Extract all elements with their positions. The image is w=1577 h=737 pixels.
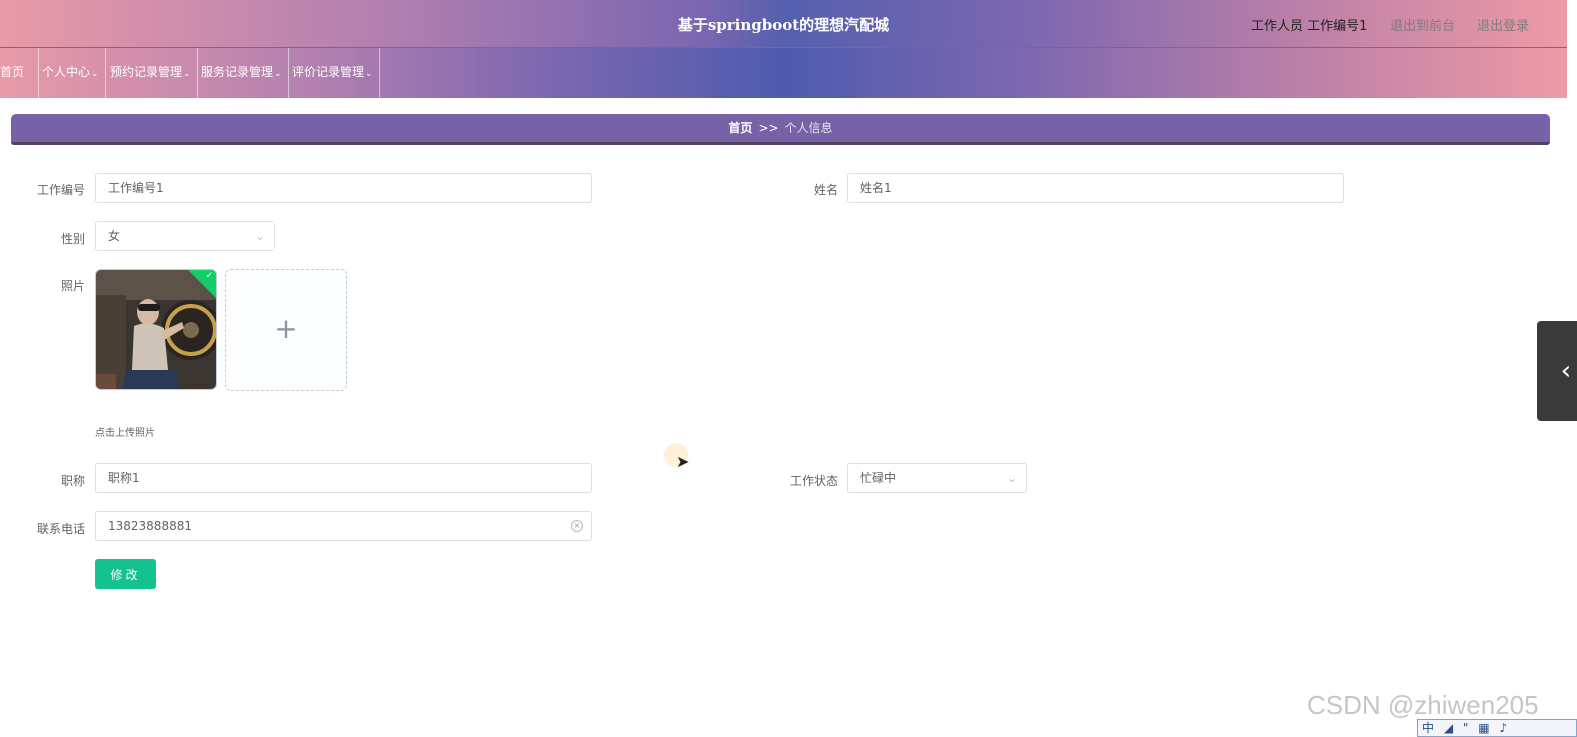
chevron-down-icon: ⌄	[91, 69, 99, 79]
name-label: 姓名	[813, 183, 838, 197]
photo-image	[96, 270, 216, 389]
ime-skin-icon[interactable]: ♪	[1499, 721, 1507, 735]
ime-lang[interactable]: 中	[1422, 721, 1434, 735]
phone-label: 联系电话	[36, 522, 85, 536]
photo-upload-button[interactable]: +	[225, 269, 347, 391]
name-value: 姓名1	[860, 181, 892, 195]
photo-label: 照片	[60, 279, 85, 293]
gender-select[interactable]: 女 ⌄	[95, 221, 275, 251]
upload-tip: 点击上传照片	[95, 428, 155, 439]
breadcrumb: 首页 >> 个人信息	[11, 114, 1550, 145]
ime-toolbar: 中 ◢ " ▦ ♪	[1417, 719, 1577, 737]
nav-item-label: 预约记录管理	[110, 65, 183, 79]
work-id-input[interactable]: 工作编号1	[95, 173, 592, 203]
ime-punct-icon[interactable]: "	[1463, 721, 1469, 735]
phone-value: 13823888881	[108, 519, 192, 533]
nav-bar: 首页 个人中心⌄ 预约记录管理⌄ 服务记录管理⌄ 评价记录管理⌄	[0, 47, 1567, 98]
title-value: 职称1	[108, 471, 140, 485]
chevron-down-icon: ⌄	[1006, 471, 1017, 485]
name-input[interactable]: 姓名1	[847, 173, 1344, 203]
work-status-label: 工作状态	[789, 474, 838, 488]
work-status-value: 忙碌中	[860, 471, 897, 485]
ime-moon-icon[interactable]: ◢	[1444, 721, 1453, 735]
photo-thumbnail[interactable]: ✓	[95, 269, 217, 390]
work-id-value: 工作编号1	[108, 181, 164, 195]
nav-item-review-records[interactable]: 评价记录管理⌄	[288, 48, 380, 98]
gender-value: 女	[108, 229, 121, 243]
work-status-select[interactable]: 忙碌中 ⌄	[847, 463, 1027, 493]
ime-keyboard-icon[interactable]: ▦	[1478, 721, 1489, 735]
title-input[interactable]: 职称1	[95, 463, 592, 493]
chevron-down-icon: ⌄	[254, 229, 265, 243]
nav-item-label: 评价记录管理	[292, 65, 365, 79]
mouse-cursor-icon: ➤	[676, 452, 690, 471]
chevron-down-icon: ⌄	[274, 69, 282, 79]
work-id-label: 工作编号	[36, 183, 85, 197]
submit-button[interactable]: 修改	[95, 559, 156, 589]
breadcrumb-current: 个人信息	[784, 121, 833, 135]
breadcrumb-home[interactable]: 首页	[728, 121, 752, 135]
phone-input[interactable]: 13823888881 ×	[95, 511, 592, 541]
title-label: 职称	[60, 474, 85, 488]
plus-icon: +	[274, 312, 298, 345]
nav-item-label: 个人中心	[42, 65, 91, 79]
breadcrumb-separator: >>	[758, 121, 779, 135]
nav-item-service-records[interactable]: 服务记录管理⌄	[197, 48, 289, 98]
nav-item-appointment-records[interactable]: 预约记录管理⌄	[106, 48, 198, 98]
watermark: CSDN @zhiwen205	[1307, 690, 1539, 720]
user-info: 工作人员 工作编号1	[1251, 15, 1367, 34]
nav-item-personal-center[interactable]: 个人中心⌄	[38, 48, 106, 98]
clear-icon[interactable]: ×	[571, 520, 583, 532]
check-icon: ✓	[205, 271, 213, 281]
chevron-down-icon: ⌄	[183, 69, 191, 79]
gender-label: 性别	[60, 232, 85, 246]
nav-item-label: 首页	[0, 65, 25, 79]
nav-item-home[interactable]: 首页	[0, 48, 39, 98]
user-role: 工作人员	[1251, 19, 1304, 34]
back-to-front-link[interactable]: 退出到前台	[1390, 15, 1455, 34]
side-panel-toggle[interactable]: ‹	[1537, 321, 1577, 421]
chevron-left-icon: ‹	[1560, 356, 1572, 386]
top-header: 基于springboot的理想汽配城 工作人员 工作编号1 退出到前台 退出登录	[0, 0, 1567, 47]
user-name: 工作编号1	[1307, 19, 1368, 34]
nav-item-label: 服务记录管理	[201, 65, 274, 79]
logout-link[interactable]: 退出登录	[1477, 15, 1529, 34]
chevron-down-icon: ⌄	[365, 69, 373, 79]
